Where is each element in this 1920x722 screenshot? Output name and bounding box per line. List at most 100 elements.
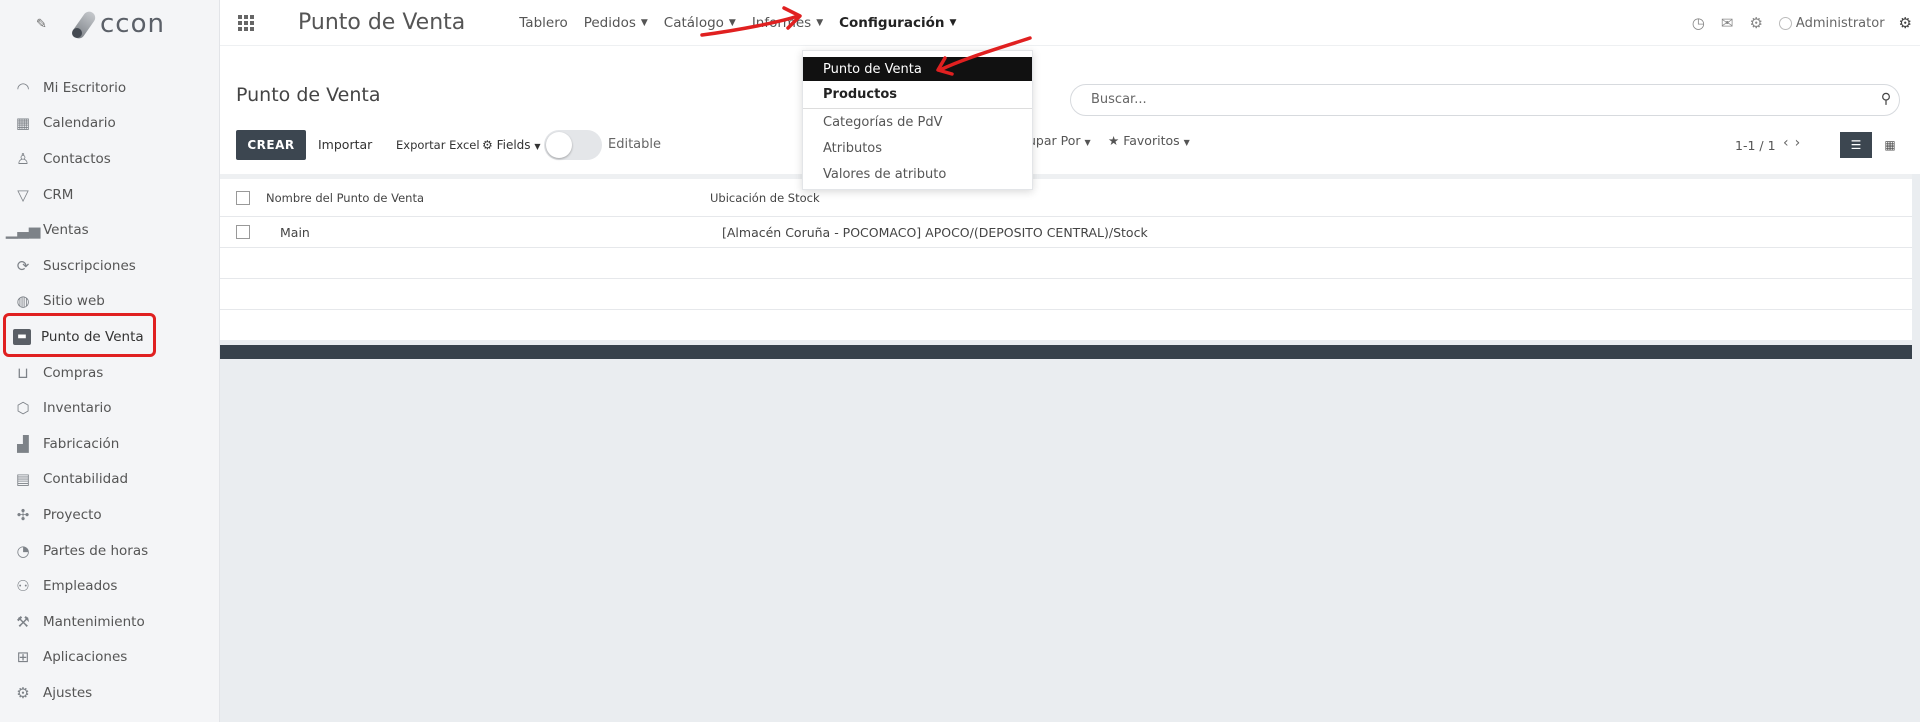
column-header-location[interactable]: Ubicación de Stock (710, 191, 820, 205)
sidebar-item-suscripciones[interactable]: ⟳ Suscripciones (0, 248, 219, 284)
cell-location: [Almacén Coruña - POCOMACO] APOCO/(DEPOS… (722, 224, 1148, 240)
search-box: ⚲ (1070, 84, 1900, 116)
sidebar-item-label: Contabilidad (43, 471, 129, 488)
favorites-label: Favoritos (1123, 133, 1180, 148)
table-row[interactable]: Main [Almacén Coruña - POCOMACO] APOCO/(… (220, 217, 1912, 248)
sidebar-item-label: Fabricación (43, 435, 120, 452)
import-button[interactable]: Importar (318, 137, 372, 152)
sidebar-item-label: Mi Escritorio (43, 79, 127, 96)
star-icon: ★ (1108, 133, 1120, 148)
select-all-checkbox[interactable] (236, 190, 250, 205)
sidebar-item-label: Empleados (43, 578, 118, 595)
pager-value[interactable]: 1-1 / 1 (1735, 138, 1776, 153)
settings-icon[interactable]: ⚙ (1749, 14, 1762, 32)
sidebar-item-compras[interactable]: ⊔ Compras (0, 355, 219, 391)
logo[interactable]: ccon (70, 9, 165, 41)
refresh-icon: ⟳ (16, 256, 30, 275)
editable-label: Editable (608, 137, 662, 152)
dashboard-icon: ◠ (16, 78, 30, 97)
dropdown-item-categorias[interactable]: Categorías de PdV (803, 109, 1032, 135)
sidebar-item-label: CRM (43, 186, 74, 203)
menu-catalogo[interactable]: Catálogo ▼ (664, 15, 736, 31)
logo-text: ccon (100, 9, 165, 39)
user-menu[interactable]: Administrator (1778, 16, 1885, 31)
sidebar-item-label: Ventas (43, 222, 89, 239)
gear-icon[interactable]: ⚙ (1899, 14, 1912, 32)
configuracion-dropdown: Punto de Venta Productos Categorías de P… (802, 50, 1033, 190)
dropdown-item-valores[interactable]: Valores de atributo (803, 161, 1032, 187)
fields-label: Fields (496, 138, 531, 152)
apps-grid-icon: ⊞ (16, 648, 30, 667)
dropdown-item-atributos[interactable]: Atributos (803, 135, 1032, 161)
menu-tablero[interactable]: Tablero (519, 15, 567, 31)
menu-pedidos[interactable]: Pedidos ▼ (584, 15, 648, 31)
cell-name: Main (280, 224, 310, 240)
sidebar-item-crm[interactable]: ▽ CRM (0, 177, 219, 213)
list-view-button[interactable]: ☰ (1840, 132, 1872, 158)
sidebar-item-fabricacion[interactable]: ▟ Fabricación (0, 426, 219, 462)
sidebar-item-label: Mantenimiento (43, 613, 145, 630)
menu-label: Configuración (839, 14, 945, 31)
chevron-right-icon[interactable]: › (1795, 135, 1807, 151)
sidebar-item-contactos[interactable]: ♙ Contactos (0, 141, 219, 177)
person-icon: ♙ (16, 149, 30, 168)
menu-label: Tablero (519, 14, 568, 31)
toggle-knob (546, 132, 572, 158)
sidebar-item-partes-de-horas[interactable]: ◔ Partes de horas (0, 533, 219, 569)
chat-icon[interactable]: ✉ (1721, 14, 1734, 32)
sidebar-item-label: Sitio web (43, 293, 105, 310)
basket-icon: ⊔ (17, 363, 29, 382)
sidebar-item-label: Ajustes (43, 684, 93, 701)
chevron-left-icon[interactable]: ‹ (1783, 135, 1795, 151)
wrench-icon: ⚒ (16, 612, 30, 631)
sidebar-item-calendario[interactable]: ▦ Calendario (0, 106, 219, 142)
sidebar-item-aplicaciones[interactable]: ⊞ Aplicaciones (0, 640, 219, 676)
search-input[interactable] (1091, 92, 1851, 107)
sidebar-item-label: Inventario (43, 400, 112, 417)
group-by-dropdown[interactable]: upar Por ▼ (1028, 133, 1091, 148)
funnel-icon: ▽ (17, 185, 29, 204)
editable-toggle[interactable] (544, 130, 602, 160)
row-checkbox[interactable] (236, 225, 250, 239)
export-excel-button[interactable]: Exportar Excel (396, 138, 480, 152)
fields-dropdown[interactable]: ⚙ Fields ▼ (482, 138, 541, 152)
sidebar-item-mi-escritorio[interactable]: ◠ Mi Escritorio (0, 70, 219, 106)
apps-menu-icon[interactable] (238, 14, 254, 31)
sidebar-item-label: Calendario (43, 115, 116, 132)
caret-down-icon: ▼ (728, 17, 736, 28)
caret-down-icon: ▼ (1084, 138, 1091, 147)
sidebar-item-inventario[interactable]: ⬡ Inventario (0, 390, 219, 426)
search-icon[interactable]: ⚲ (1877, 91, 1895, 109)
favorites-dropdown[interactable]: ★ Favoritos ▼ (1108, 133, 1190, 148)
sidebar-item-label: Compras (43, 364, 104, 381)
sidebar-item-mantenimiento[interactable]: ⚒ Mantenimiento (0, 604, 219, 640)
sidebar-item-empleados[interactable]: ⚇ Empleados (0, 568, 219, 604)
caret-down-icon: ▼ (640, 17, 648, 28)
sidebar-item-label: Contactos (43, 150, 111, 167)
annotation-highlight-box (3, 313, 156, 357)
dropdown-item-punto-de-venta[interactable]: Punto de Venta (803, 57, 1032, 81)
puzzle-icon: ✣ (16, 505, 30, 524)
caret-down-icon: ▼ (534, 142, 541, 151)
dropdown-item-productos[interactable]: Productos (803, 81, 1032, 109)
groupby-label: upar Por (1028, 133, 1081, 148)
sidebar-item-contabilidad[interactable]: ▤ Contabilidad (0, 462, 219, 498)
list-table: Nombre del Punto de Venta Ubicación de S… (220, 174, 1912, 359)
column-header-name[interactable]: Nombre del Punto de Venta (266, 191, 710, 205)
kanban-view-button[interactable]: ▦ (1876, 132, 1904, 158)
menu-informes[interactable]: Informes ▼ (752, 15, 823, 31)
top-navbar: Punto de Venta Tablero Pedidos ▼ Catálogo… (220, 0, 1920, 46)
breadcrumb: Punto de Venta (236, 84, 381, 106)
menu-label: Informes (751, 14, 812, 31)
sidebar-item-ventas[interactable]: ▁▃▅ Ventas (0, 212, 219, 248)
people-icon: ⚇ (16, 577, 30, 596)
pager-arrows: ‹› (1783, 135, 1806, 151)
sidebar-item-ajustes[interactable]: ⚙ Ajustes (0, 675, 219, 711)
caret-down-icon: ▼ (1183, 138, 1190, 147)
clock-icon[interactable]: ◷ (1692, 14, 1705, 32)
create-button[interactable]: CREAR (236, 130, 306, 160)
menu-configuracion[interactable]: Configuración ▼ (839, 15, 956, 31)
sidebar-item-proyecto[interactable]: ✣ Proyecto (0, 497, 219, 533)
edit-icon[interactable]: ✎ (36, 17, 50, 32)
caret-down-icon: ▼ (949, 17, 957, 28)
